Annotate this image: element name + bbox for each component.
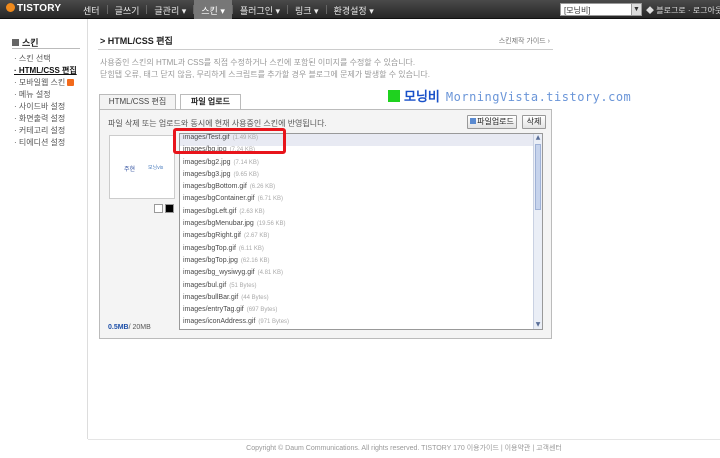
new-badge-icon (67, 79, 75, 86)
file-row[interactable]: images/bgContainer.gif (6.71 KB) (180, 195, 542, 207)
sidebar: 스킨 · 스킨 선택 · HTML/CSS 편집 · 모바일웹 스킨 · 메뉴 … (0, 19, 88, 439)
description-line: 닫힘탭 오류, 태그 닫지 않음, 무리하게 스크립트를 추가할 경우 블로그에… (100, 70, 430, 79)
file-row[interactable]: images/bg_wysiwyg.gif (4.81 KB) (180, 269, 542, 281)
file-row[interactable]: images/bul.gif (51 Bytes) (180, 282, 542, 294)
file-row[interactable]: images/bgTop.jpg (62.16 KB) (180, 257, 542, 269)
blog-select-value: [모닝비] (564, 6, 591, 15)
preview-text: 모닝vis (148, 165, 164, 171)
nav-item-posts[interactable]: 글관리 ▾ (147, 0, 193, 19)
tab-file-upload[interactable]: 파일 업로드 (180, 94, 241, 110)
sidebar-item-menu[interactable]: · 메뉴 설정 (14, 89, 77, 101)
watermark: 모닝비 MorningVista.tistory.com (388, 86, 631, 105)
delete-button[interactable]: 삭제 (522, 115, 546, 129)
scroll-thumb[interactable] (535, 144, 541, 210)
tistory-logo[interactable]: TISTORY (6, 3, 61, 14)
file-row[interactable]: images/iconAddress.gif (971 Bytes) (180, 318, 542, 329)
upload-button[interactable]: 파일업로드 (467, 115, 517, 129)
upload-icon (470, 118, 477, 124)
file-list-scrollbar[interactable]: ▲ ▼ (533, 134, 542, 329)
sidebar-item-teditor[interactable]: · 티에디션 설정 (14, 137, 77, 149)
sidebar-item-sidebar[interactable]: · 사이드바 설정 (14, 101, 77, 113)
image-preview: 주현 모닝vis (109, 135, 175, 199)
nav-item-center[interactable]: 센터 (76, 0, 107, 19)
description-line: 사용중인 스킨의 HTML과 CSS를 직접 수정하거나 스킨에 포함된 이미지… (100, 58, 416, 67)
selection-highlight-box (173, 128, 286, 154)
watermark-url: MorningVista.tistory.com (445, 90, 632, 104)
page-description: 사용중인 스킨의 HTML과 CSS를 직접 수정하거나 스킨에 포함된 이미지… (100, 57, 430, 81)
file-row[interactable]: images/bg2.jpg (7.14 KB) (180, 159, 542, 171)
chevron-down-icon[interactable]: ▼ (631, 4, 641, 15)
square-icon (12, 39, 19, 46)
file-row[interactable]: images/bgMenubar.jpg (19.56 KB) (180, 220, 542, 232)
footer-divider (88, 439, 720, 440)
main-nav: 센터 글쓰기 글관리 ▾ 스킨 ▾ 플러그인 ▾ 링크 ▾ 환경설정 ▾ (76, 0, 381, 19)
white-background-toggle[interactable] (154, 204, 163, 213)
tab-html-css[interactable]: HTML/CSS 편집 (99, 94, 176, 109)
page-title: > HTML/CSS 편집 (100, 36, 173, 46)
nav-item-link[interactable]: 링크 ▾ (288, 0, 326, 19)
sidebar-menu: · 스킨 선택 · HTML/CSS 편집 · 모바일웹 스킨 · 메뉴 설정 … (14, 53, 77, 149)
file-row[interactable]: images/bgRight.gif (2.67 KB) (180, 232, 542, 244)
watermark-korean: 모닝비 (404, 90, 440, 105)
preview-text: 주현 (124, 167, 136, 173)
file-row[interactable]: images/bullBar.gif (44 Bytes) (180, 294, 542, 306)
file-row[interactable]: images/bg3.jpg (9.65 KB) (180, 171, 542, 183)
file-row[interactable]: images/bgBottom.gif (6.26 KB) (180, 183, 542, 195)
logo-icon (6, 3, 15, 12)
blog-select[interactable]: [모닝비] ▼ (560, 3, 642, 16)
skin-guide-link[interactable]: 스킨제작 가이드 › (499, 36, 550, 46)
title-divider (98, 49, 553, 50)
top-bar: TISTORY 센터 글쓰기 글관리 ▾ 스킨 ▾ 플러그인 ▾ 링크 ▾ 환경… (0, 0, 720, 19)
scroll-down-icon[interactable]: ▼ (534, 321, 542, 329)
watermark-square (388, 90, 400, 102)
sidebar-item-skin-select[interactable]: · 스킨 선택 (14, 53, 77, 65)
sidebar-item-mobile-skin[interactable]: · 모바일웹 스킨 (14, 77, 77, 89)
scroll-up-icon[interactable]: ▲ (534, 134, 542, 142)
nav-item-skin[interactable]: 스킨 ▾ (194, 0, 232, 19)
nav-item-write[interactable]: 글쓰기 (108, 0, 147, 19)
sidebar-item-html-css[interactable]: · HTML/CSS 편집 (14, 65, 77, 77)
file-row[interactable]: images/bgLeft.gif (2.63 KB) (180, 208, 542, 220)
file-list[interactable]: images/Test.gif (1.49 KB) images/bg.jpg (7… (179, 133, 543, 330)
storage-usage: 0.5MB/ 20MB (108, 324, 151, 331)
sidebar-item-display[interactable]: · 화면출력 설정 (14, 113, 77, 125)
sidebar-item-category[interactable]: · 커테고리 설정 (14, 125, 77, 137)
black-background-toggle[interactable] (165, 204, 174, 213)
sidebar-divider (12, 48, 80, 49)
file-row[interactable]: images/bgTop.gif (6.11 KB) (180, 245, 542, 257)
file-row[interactable]: images/entryTag.gif (697 Bytes) (180, 306, 542, 318)
file-upload-panel: 파일 삭제 또는 업로드와 동시에 현재 사용중인 스킨에 반영됩니다. 파일업… (99, 109, 552, 339)
footer: Copyright © Daum Communications. All rig… (246, 445, 562, 452)
nav-item-plugin[interactable]: 플러그인 ▾ (233, 0, 287, 19)
nav-item-settings[interactable]: 환경설정 ▾ (327, 0, 381, 19)
top-links[interactable]: ◆ 블로그로 · 로그아웃 (646, 5, 720, 16)
